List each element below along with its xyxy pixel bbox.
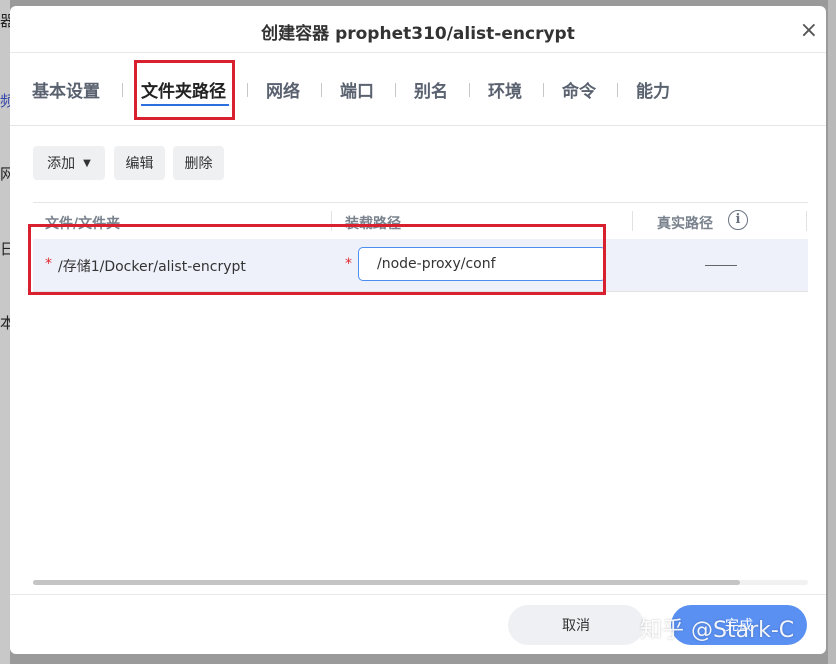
tab-aliases[interactable]: 别名 [414, 77, 448, 102]
tab-separator [469, 83, 470, 97]
tab-separator [617, 83, 618, 97]
tab-separator [247, 83, 248, 97]
tab-separator [321, 83, 322, 97]
caret-down-icon: ▼ [83, 157, 91, 169]
tab-command[interactable]: 命令 [562, 77, 596, 102]
tab-separator [395, 83, 396, 97]
tab-bar: 基本设置 文件夹路径 网络 端口 别名 环境 命令 能力 [10, 53, 826, 126]
add-button-label: 添加 [47, 156, 76, 172]
create-container-dialog: 创建容器 prophet310/alist-encrypt × 基本设置 文件夹… [10, 6, 826, 654]
info-icon[interactable]: i [728, 210, 748, 230]
close-icon[interactable]: × [800, 20, 818, 42]
tab-capabilities[interactable]: 能力 [636, 77, 670, 102]
dialog-title: 创建容器 prophet310/alist-encrypt [261, 24, 575, 44]
cancel-button[interactable]: 取消 [508, 605, 644, 645]
annotation-highlight-tab [134, 60, 235, 120]
add-dropdown-button[interactable]: 添加 ▼ [33, 146, 105, 180]
delete-button[interactable]: 删除 [173, 146, 224, 180]
column-header-real-path: 真实路径 [657, 216, 713, 232]
watermark: 知乎 @Stark-C [640, 618, 795, 643]
column-separator [632, 211, 633, 231]
scrollbar-thumb[interactable] [33, 580, 740, 585]
tab-network[interactable]: 网络 [266, 77, 300, 102]
edit-button[interactable]: 编辑 [114, 146, 165, 180]
tab-ports[interactable]: 端口 [340, 77, 374, 102]
tab-basic-settings[interactable]: 基本设置 [32, 77, 100, 102]
dialog-title-bar: 创建容器 prophet310/alist-encrypt × [10, 6, 826, 53]
tab-separator [543, 83, 544, 97]
column-separator [806, 211, 807, 231]
horizontal-scrollbar[interactable] [33, 580, 808, 585]
tab-environment[interactable]: 环境 [488, 77, 522, 102]
annotation-highlight-row [28, 224, 606, 295]
real-path-cell-empty [705, 265, 737, 266]
tab-separator [122, 83, 123, 97]
background-page-edge-right [828, 0, 836, 664]
